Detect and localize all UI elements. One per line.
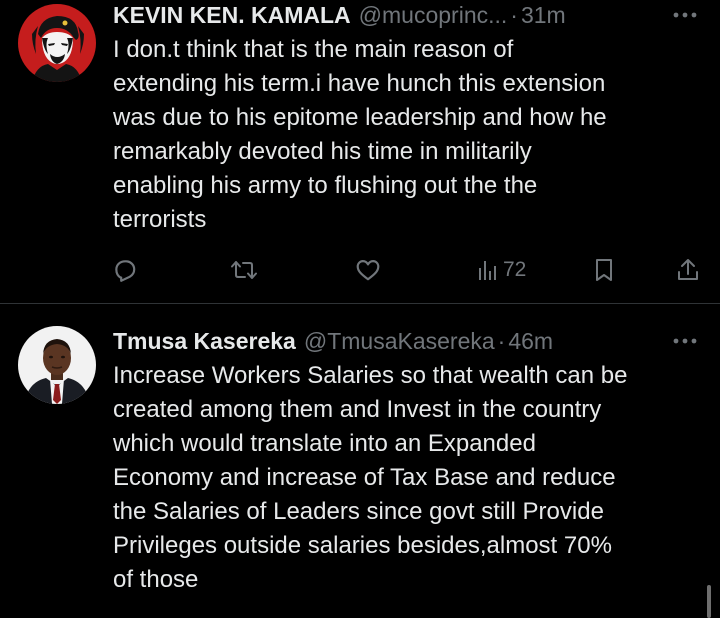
tweet-header: KEVIN KEN. KAMALA @mucoprinc... · 31m — [113, 0, 698, 30]
retweet-button[interactable] — [230, 254, 258, 286]
share-icon — [678, 259, 698, 280]
author-handle[interactable]: @TmusaKasereka — [304, 328, 495, 355]
reply-icon — [115, 260, 136, 282]
author-name[interactable]: KEVIN KEN. KAMALA — [113, 2, 351, 29]
avatar[interactable] — [18, 326, 96, 404]
bookmark-icon — [596, 259, 612, 281]
tweet-header: Tmusa Kasereka @TmusaKasereka · 46m — [113, 326, 698, 356]
like-icon — [356, 260, 380, 281]
avatar-image — [18, 326, 96, 404]
tweet-text: Increase Workers Salaries so that wealth… — [113, 362, 628, 593]
tweet-text: I don.t think that is the main reason of… — [113, 36, 607, 233]
share-button[interactable] — [676, 254, 700, 286]
scrollbar[interactable] — [707, 585, 711, 618]
author-name[interactable]: Tmusa Kasereka — [113, 328, 296, 355]
like-button[interactable] — [355, 254, 381, 286]
views-button[interactable]: 72 — [477, 254, 526, 286]
timestamp[interactable]: 31m — [521, 2, 566, 29]
timestamp[interactable]: 46m — [508, 328, 553, 355]
retweet-icon — [231, 261, 257, 279]
author-handle[interactable]: @mucoprinc... — [359, 2, 508, 29]
action-bar: 72 — [0, 254, 720, 286]
more-icon[interactable] — [672, 326, 698, 356]
reply-button[interactable] — [112, 254, 138, 286]
tweet[interactable]: Tmusa Kasereka @TmusaKasereka · 46m Incr… — [0, 304, 720, 618]
views-count: 72 — [503, 258, 527, 281]
separator-dot: · — [510, 1, 518, 28]
more-icon[interactable] — [672, 0, 698, 30]
tweet[interactable]: KEVIN KEN. KAMALA @mucoprinc... · 31m I … — [0, 0, 720, 303]
separator-dot: · — [497, 327, 506, 354]
avatar[interactable] — [18, 4, 96, 82]
avatar-image — [18, 4, 96, 82]
views-icon — [479, 261, 496, 280]
bookmark-button[interactable] — [594, 254, 614, 286]
